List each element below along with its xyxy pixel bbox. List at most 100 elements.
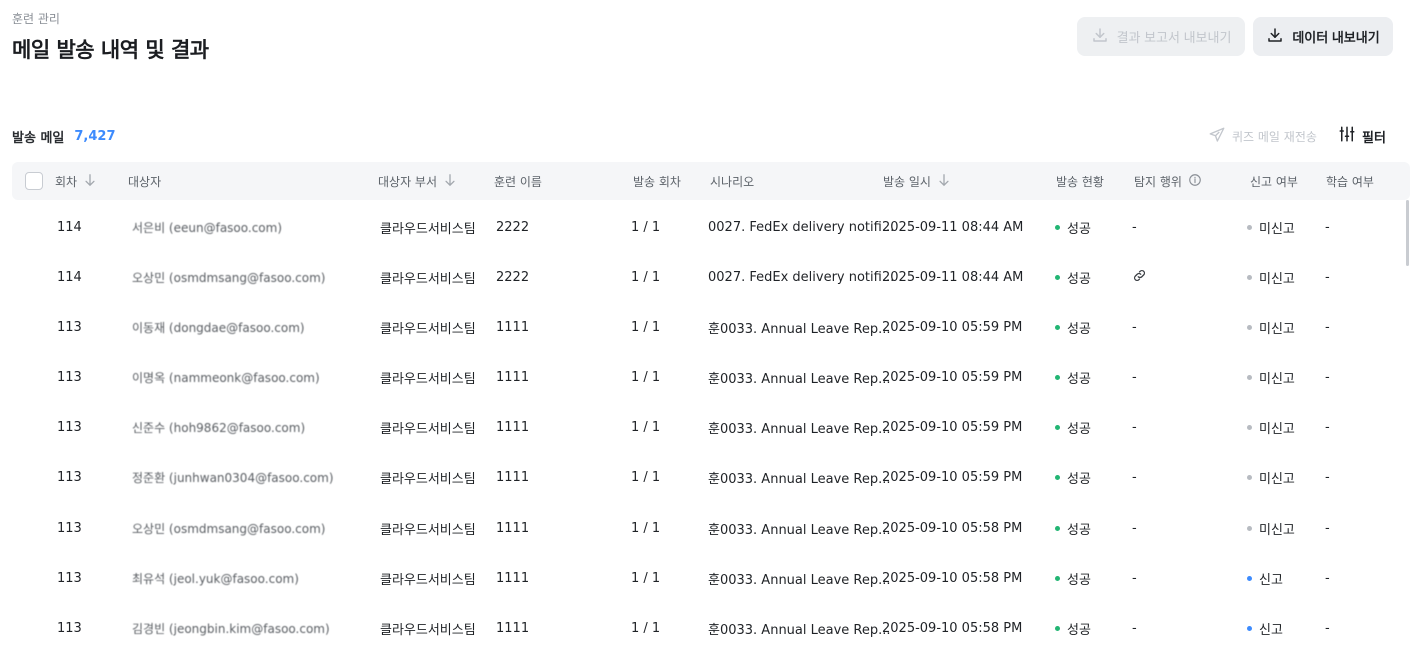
status-dot [1055, 274, 1060, 280]
cell-report: 미신고 [1247, 252, 1295, 302]
col-target-label: 대상자 [128, 174, 162, 189]
cell-learn-text: - [1325, 570, 1330, 586]
cell-scenario-text: 훈0033. Annual Leave Rep... [708, 321, 891, 337]
report-dot [1247, 375, 1252, 381]
cell-round: 113 [57, 553, 82, 603]
cell-target-text: 서은비 (eeun@fasoo.com) [132, 220, 283, 235]
table-row[interactable]: 113 이동재 (dongdae@fasoo.com) 클라우드서비스팀 1111 1 … [0, 302, 1414, 352]
cell-report-text: 신고 [1259, 623, 1283, 638]
cell-round-text: 113 [57, 520, 82, 536]
arrow-down-icon [443, 173, 457, 190]
report-dot [1247, 324, 1252, 330]
cell-learn: - [1325, 252, 1330, 302]
link-icon[interactable] [1132, 268, 1147, 287]
arrow-down-icon [937, 173, 951, 190]
cell-status-text: 성공 [1067, 321, 1091, 337]
cell-report-text: 미신고 [1259, 472, 1295, 488]
cell-training-text: 1111 [496, 570, 530, 586]
cell-detect-text: - [1132, 520, 1137, 536]
sent-count-summary: 발송 메일 7,427 [12, 127, 116, 146]
vertical-scrollbar[interactable] [1406, 200, 1409, 266]
export-data-button[interactable]: 데이터 내보내기 [1253, 17, 1393, 56]
cell-send-round-text: 1 / 1 [631, 219, 661, 235]
col-round[interactable]: 회차 [55, 162, 97, 200]
cell-dept-text: 클라우드서비스팀 [380, 271, 476, 287]
cell-round-text: 113 [57, 319, 82, 335]
cell-detect-text: - [1132, 621, 1137, 636]
col-status-label: 발송 현황 [1056, 174, 1104, 189]
report-dot [1247, 475, 1252, 481]
cell-round: 113 [57, 503, 82, 553]
status-dot [1055, 575, 1060, 581]
status-dot [1055, 425, 1060, 431]
cell-status-text: 성공 [1067, 372, 1091, 388]
cell-status: 성공 [1055, 353, 1091, 403]
report-dot [1247, 525, 1252, 531]
table-row[interactable]: 113 신준수 (hoh9862@fasoo.com) 클라우드서비스팀 1111 1 … [0, 403, 1414, 453]
info-icon[interactable] [1188, 173, 1202, 190]
table-row[interactable]: 113 최유석 (jeol.yuk@fasoo.com) 클라우드서비스팀 1111 1… [0, 553, 1414, 603]
cell-sent-at: 2025-09-10 05:58 PM [882, 553, 1022, 603]
col-target: 대상자 [128, 162, 161, 200]
cell-round: 113 [57, 302, 82, 352]
table-row[interactable]: 113 정준환 (junhwan0304@fasoo.com) 클라우드서비스팀 11… [0, 453, 1414, 503]
cell-dept: 클라우드서비스팀 [380, 353, 476, 403]
cell-send-round: 1 / 1 [631, 302, 660, 352]
cell-sent-at: 2025-09-10 05:59 PM [882, 403, 1022, 453]
cell-target-text: 신준수 (hoh9862@fasoo.com) [132, 421, 306, 436]
cell-dept: 클라우드서비스팀 [380, 202, 476, 252]
cell-dept: 클라우드서비스팀 [380, 604, 476, 654]
cell-target: 서은비 (eeun@fasoo.com) [132, 202, 282, 252]
table-row[interactable]: 114 오상민 (osmdmsang@fasoo.com) 클라우드서비스팀 2222… [0, 252, 1414, 302]
cell-round-text: 114 [57, 269, 82, 285]
cell-send-round-text: 1 / 1 [631, 269, 661, 285]
cell-send-round: 1 / 1 [631, 403, 660, 453]
col-dept[interactable]: 대상자 부서 [378, 162, 457, 200]
cell-scenario: 훈0033. Annual Leave Rep... [708, 604, 891, 654]
table-body: 114 서은비 (eeun@fasoo.com) 클라우드서비스팀 2222 1 / 1… [0, 202, 1414, 654]
table-row[interactable]: 114 서은비 (eeun@fasoo.com) 클라우드서비스팀 2222 1 / 1… [0, 202, 1414, 252]
table-header: 회차 대상자 대상자 부서 훈련 이름 발송 회차 시나리오 발송 일시 발송 … [12, 162, 1410, 200]
quiz-resend-button[interactable]: 퀴즈 메일 재전송 [1208, 126, 1317, 147]
table-row[interactable]: 113 김경빈 (jeongbin.kim@fasoo.com) 클라우드서비스팀 1… [0, 604, 1414, 654]
cell-target: 김경빈 (jeongbin.kim@fasoo.com) [132, 604, 330, 654]
cell-dept: 클라우드서비스팀 [380, 453, 476, 503]
cell-scenario: 훈0033. Annual Leave Rep... [708, 353, 891, 403]
cell-status-text: 성공 [1067, 221, 1091, 237]
table-row[interactable]: 113 이명옥 (nammeonk@fasoo.com) 클라우드서비스팀 1111 1… [0, 353, 1414, 403]
table-row[interactable]: 113 오상민 (osmdmsang@fasoo.com) 클라우드서비스팀 1111… [0, 503, 1414, 553]
cell-dept-text: 클라우드서비스팀 [380, 623, 476, 638]
cell-send-round-text: 1 / 1 [631, 520, 661, 536]
cell-learn: - [1325, 503, 1330, 553]
select-all-checkbox[interactable] [25, 172, 43, 190]
cell-status-text: 성공 [1067, 522, 1091, 538]
cell-target: 신준수 (hoh9862@fasoo.com) [132, 403, 305, 453]
cell-scenario: 훈0033. Annual Leave Rep... [708, 403, 891, 453]
export-report-button[interactable]: 결과 보고서 내보내기 [1077, 17, 1245, 56]
cell-status: 성공 [1055, 604, 1091, 654]
cell-detect-text: - [1132, 219, 1137, 235]
cell-target: 이동재 (dongdae@fasoo.com) [132, 302, 305, 352]
cell-status-text: 성공 [1067, 271, 1091, 287]
cell-report: 신고 [1247, 553, 1283, 603]
cell-detect: - [1132, 604, 1137, 654]
cell-training: 1111 [496, 302, 529, 352]
cell-dept: 클라우드서비스팀 [380, 503, 476, 553]
col-send-round-label: 발송 회차 [633, 174, 681, 189]
col-round-label: 회차 [55, 174, 78, 189]
cell-status-text: 성공 [1067, 422, 1091, 438]
cell-report: 미신고 [1247, 202, 1295, 252]
cell-status-text: 성공 [1067, 472, 1091, 488]
cell-status: 성공 [1055, 302, 1091, 352]
cell-detect: - [1132, 553, 1137, 603]
cell-target-text: 이동재 (dongdae@fasoo.com) [132, 320, 305, 335]
cell-training: 2222 [496, 202, 529, 252]
export-report-label: 결과 보고서 내보내기 [1116, 30, 1232, 45]
filter-button[interactable]: 필터 [1338, 125, 1386, 147]
cell-target: 최유석 (jeol.yuk@fasoo.com) [132, 553, 299, 603]
sent-count-label: 발송 메일 [12, 131, 65, 146]
cell-learn-text: - [1325, 370, 1330, 386]
cell-detect-text: - [1132, 470, 1137, 486]
cell-sent-at: 2025-09-10 05:58 PM [882, 503, 1022, 553]
col-sent-at[interactable]: 발송 일시 [883, 162, 951, 200]
